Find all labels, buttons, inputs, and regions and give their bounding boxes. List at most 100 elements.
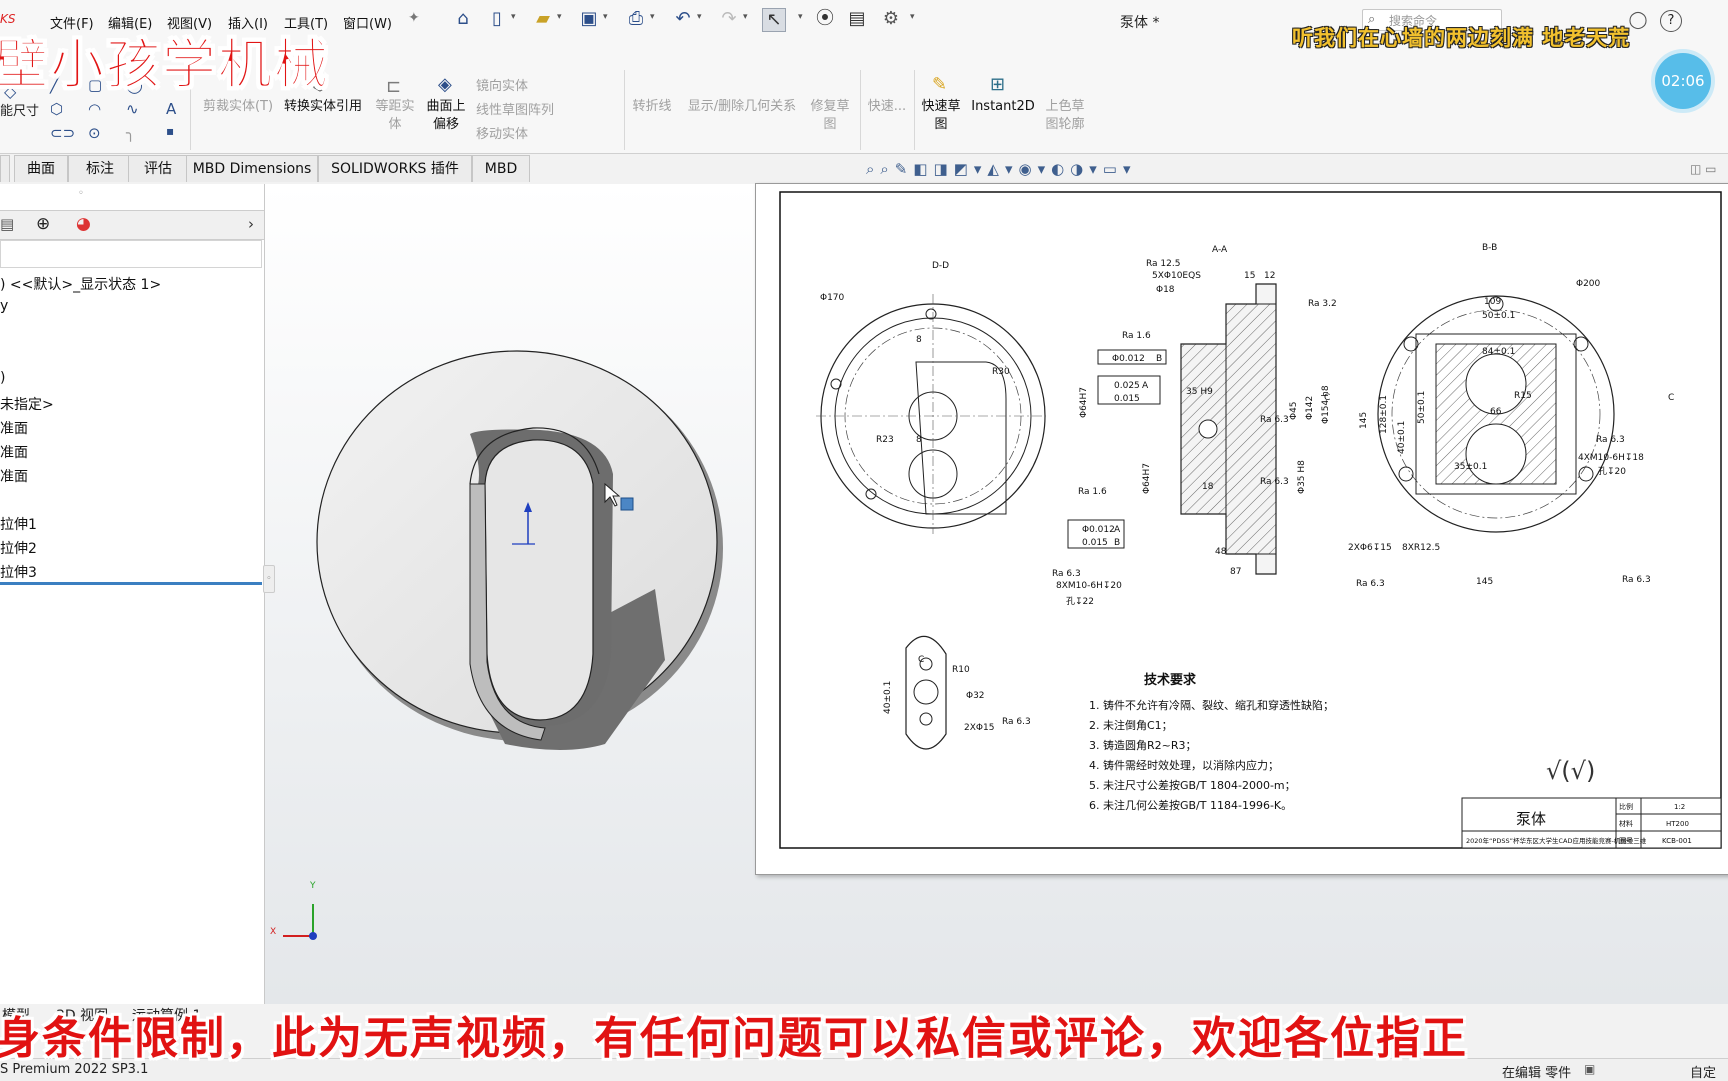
svg-text:0.015: 0.015 xyxy=(1082,538,1108,548)
file-properties-icon[interactable]: ▤ xyxy=(846,8,868,30)
panel-grip-icon[interactable]: ◦ xyxy=(78,188,84,199)
pin-icon[interactable]: ✦ xyxy=(408,10,420,26)
text-icon[interactable]: A xyxy=(166,100,176,118)
svg-text:0.015: 0.015 xyxy=(1114,394,1140,404)
feature-manager-panel xyxy=(0,184,265,1004)
svg-text:A: A xyxy=(1114,525,1121,535)
part-viewport[interactable]: Y X xyxy=(265,184,755,1004)
tab-mbd-dimensions[interactable]: MBD Dimensions xyxy=(186,155,318,182)
quick-snaps-button[interactable]: 快速... xyxy=(862,98,912,116)
svg-text:Ra 6.3: Ra 6.3 xyxy=(1260,477,1289,487)
fillet-icon[interactable]: ╮ xyxy=(126,124,135,142)
video-subtitle: 身条件限制，此为无声视频，有任何问题可以私信或评论，欢迎各位指正 xyxy=(0,1013,1468,1064)
redo-icon[interactable]: ↷ xyxy=(718,8,740,30)
heads-up-view-toolbar[interactable]: ⌕⌕✎◧◨◩▾◭▾◉▾◐◑▾▭▾ xyxy=(866,160,1137,178)
tab-sketch[interactable] xyxy=(0,155,10,182)
chevron-right-icon[interactable]: › xyxy=(248,215,254,233)
repair-sketch-button[interactable]: 修复草图 xyxy=(806,98,854,134)
offset-icon[interactable]: ⊏ xyxy=(386,76,401,97)
spline-icon[interactable]: ∿ xyxy=(126,100,139,118)
rapid-sketch-icon[interactable]: ✎ xyxy=(932,74,947,95)
panel-toggle-icon[interactable]: ◫ ▭ xyxy=(1690,162,1717,176)
mirror-entities-button[interactable]: 镜向实体 xyxy=(476,78,596,96)
offset-on-surface-button[interactable]: 曲面上偏移 xyxy=(422,98,470,134)
user-icon[interactable]: ◯ xyxy=(1628,10,1648,30)
print-icon[interactable]: ⎙ xyxy=(625,8,647,30)
svg-text:Φ45: Φ45 xyxy=(1289,401,1299,420)
svg-text:Ra 6.3: Ra 6.3 xyxy=(1596,435,1625,445)
rapid-sketch-button[interactable]: 快速草图 xyxy=(916,98,966,134)
options-gear-icon[interactable]: ⚙ xyxy=(880,8,902,30)
document-title: 泵体 * xyxy=(1120,15,1160,31)
tree-item-boss-extrude1[interactable]: 拉伸1 xyxy=(0,514,37,534)
tab-markup[interactable]: 标注 xyxy=(68,155,132,182)
shaded-sketch-button[interactable]: 上色草图轮廓 xyxy=(1040,98,1090,134)
svg-text:109: 109 xyxy=(1484,297,1501,307)
home-icon[interactable]: ⌂ xyxy=(452,8,474,30)
tech-note: 5. 未注尺寸公差按GB/T 1804-2000-m； xyxy=(1089,778,1296,792)
svg-text:C: C xyxy=(1324,393,1330,403)
tree-filter-input[interactable] xyxy=(0,240,262,268)
svg-text:18: 18 xyxy=(1202,482,1214,492)
arc-icon[interactable]: ◠ xyxy=(88,100,101,118)
view-label-bb: B-B xyxy=(1482,243,1497,253)
new-document-icon[interactable]: ▯ xyxy=(486,8,508,30)
offset-on-surface-icon[interactable]: ◈ xyxy=(438,74,452,95)
rebuild-icon[interactable]: ▣ xyxy=(1584,1062,1595,1076)
svg-text:Ra 12.5: Ra 12.5 xyxy=(1146,259,1180,269)
display-manager-tab-icon[interactable]: ◕ xyxy=(76,214,91,234)
tab-surfaces[interactable]: 曲面 xyxy=(14,155,68,182)
dimxpert-tab-icon[interactable]: ⊕ xyxy=(36,214,50,234)
point-icon[interactable]: ⊙ xyxy=(88,124,101,142)
tree-item-front-plane[interactable]: 准面 xyxy=(0,418,28,438)
open-folder-icon[interactable]: ▰ xyxy=(532,8,554,30)
traffic-light-icon[interactable]: ⦿ xyxy=(814,8,836,30)
svg-text:比例: 比例 xyxy=(1619,802,1633,811)
menu-window[interactable]: 窗口(W) xyxy=(343,13,392,32)
save-icon[interactable]: ▣ xyxy=(578,8,600,30)
tree-item-boss-extrude3[interactable]: 拉伸3 xyxy=(0,562,37,582)
tree-item-config[interactable]: ) <<默认>_显示状态 1> xyxy=(0,274,161,294)
instant2d-button[interactable]: Instant2D xyxy=(968,98,1038,116)
rollback-bar[interactable] xyxy=(0,582,262,585)
tree-item-history[interactable]: y xyxy=(0,298,8,314)
tab-mbd[interactable]: MBD xyxy=(472,155,530,182)
plane-icon[interactable]: ▪ xyxy=(166,124,174,138)
trim-entities-button[interactable]: 剪裁实体(T) xyxy=(198,98,278,116)
tree-item-top-plane[interactable]: 准面 xyxy=(0,442,28,462)
svg-text:KCB-001: KCB-001 xyxy=(1662,837,1692,845)
smart-dimension-label[interactable]: 能尺寸 xyxy=(0,100,39,119)
select-arrow-icon[interactable]: ↖ xyxy=(762,8,786,32)
instant2d-icon[interactable]: ⊞ xyxy=(990,74,1005,95)
svg-text:66: 66 xyxy=(1490,407,1502,417)
svg-text:Ra 1.6: Ra 1.6 xyxy=(1122,331,1151,341)
tech-note: 6. 未注几何公差按GB/T 1184-1996-K。 xyxy=(1089,798,1292,812)
jog-line-button[interactable]: 转折线 xyxy=(628,98,676,116)
tree-item-right-plane[interactable]: 准面 xyxy=(0,466,28,486)
slot-icon[interactable]: ⊂⊃ xyxy=(50,124,75,142)
svg-text:Ra 6.3: Ra 6.3 xyxy=(1052,569,1081,579)
tree-item-boss-extrude2[interactable]: 拉伸2 xyxy=(0,538,37,558)
svg-text:4XM10-6H↧18: 4XM10-6H↧18 xyxy=(1578,453,1644,463)
reference-drawing-sheet: D-D Φ170 R30 R23 8 8 A-A Ra 12.5 5XΦ10EQ… xyxy=(755,183,1728,875)
svg-text:Φ18: Φ18 xyxy=(1156,285,1175,295)
svg-text:8: 8 xyxy=(916,335,922,345)
tree-item-material[interactable]: 未指定> xyxy=(0,394,54,414)
linear-pattern-button[interactable]: 线性草图阵列 xyxy=(476,102,606,120)
svg-text:35±0.1: 35±0.1 xyxy=(1454,462,1487,472)
tab-evaluate[interactable]: 评估 xyxy=(128,155,188,182)
tech-requirements-title: 技术要求 xyxy=(1144,672,1197,688)
display-relations-button[interactable]: 显示/删除几何关系 xyxy=(682,98,802,116)
move-entities-button[interactable]: 移动实体 xyxy=(476,126,596,144)
help-icon[interactable]: ? xyxy=(1660,10,1682,32)
convert-entities-button[interactable]: 转换实体引用 xyxy=(278,98,368,116)
polygon-icon[interactable]: ⬡ xyxy=(50,100,63,118)
units-custom-label[interactable]: 自定 xyxy=(1690,1062,1716,1081)
config-manager-tab-icon[interactable]: ▤ xyxy=(0,215,14,233)
panel-splitter-handle[interactable]: ◦ xyxy=(263,565,275,593)
undo-icon[interactable]: ↶ xyxy=(672,8,694,30)
tech-note: 2. 未注倒角C1； xyxy=(1089,718,1173,732)
offset-entities-button[interactable]: 等距实体 xyxy=(372,98,418,134)
tree-item-sensors[interactable]: ) xyxy=(0,370,5,386)
tab-solidworks-addins[interactable]: SOLIDWORKS 插件 xyxy=(318,155,472,182)
